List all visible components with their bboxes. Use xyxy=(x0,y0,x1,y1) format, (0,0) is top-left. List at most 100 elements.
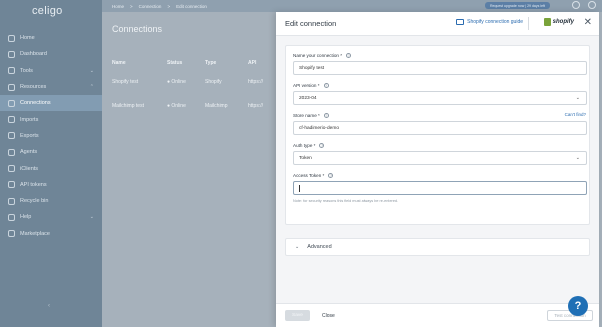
sidebar-item-home[interactable]: Home xyxy=(0,30,102,46)
chevron-down-icon: ⌄ xyxy=(575,95,580,101)
auth-type-value: Token xyxy=(299,155,312,161)
sidebar-item-label: Marketplace xyxy=(20,230,50,237)
shopify-logo: shopify xyxy=(543,18,574,26)
status-badge: ● Online xyxy=(167,103,186,109)
table-cell[interactable]: Shopify test xyxy=(112,79,167,85)
api-version-select[interactable]: 2023-04 ⌄ xyxy=(293,91,587,105)
store-name-label: Store name *? xyxy=(293,112,587,119)
imports-icon xyxy=(8,116,15,124)
edit-connection-drawer: Edit connection Shopify connection guide… xyxy=(276,12,599,327)
shopify-bag-icon xyxy=(543,18,551,26)
auth-type-label-text: Auth type * xyxy=(293,143,316,148)
breadcrumb-connection[interactable]: Connection xyxy=(139,4,162,9)
sidebar-item-help[interactable]: Help ⌄ xyxy=(0,209,102,225)
sidebar-nav: Home Dashboard Tools ⌄ Resources ⌃ Connect… xyxy=(0,30,102,242)
close-button[interactable]: Close xyxy=(322,310,335,321)
store-name-input[interactable]: cf-hadimerio-demo xyxy=(293,121,587,135)
app-logo[interactable]: celigo xyxy=(0,0,102,22)
api-version-label: API version *? xyxy=(293,82,587,89)
access-token-field-group: Access Token *? Note: for security reaso… xyxy=(293,172,587,203)
chevron-down-icon: ⌄ xyxy=(575,155,580,161)
sidebar-collapse-button[interactable]: ‹ xyxy=(48,303,50,309)
close-icon[interactable]: ✕ xyxy=(584,17,592,28)
notifications-icon[interactable] xyxy=(572,1,580,9)
sidebar-item-exports[interactable]: Exports xyxy=(0,128,102,144)
drawer-title: Edit connection xyxy=(285,19,337,28)
connection-guide-label: Shopify connection guide xyxy=(467,19,523,25)
sidebar-item-imports[interactable]: Imports xyxy=(0,111,102,127)
sidebar-item-connections[interactable]: Connections xyxy=(0,95,102,112)
sidebar-item-recycle-bin[interactable]: Recycle bin xyxy=(0,193,102,209)
sidebar-item-marketplace[interactable]: Marketplace xyxy=(0,226,102,242)
sidebar-item-iclients[interactable]: iClients xyxy=(0,160,102,176)
marketplace-icon xyxy=(8,230,15,238)
table-cell: Mailchimp xyxy=(205,103,228,109)
api-version-value: 2023-04 xyxy=(299,95,317,101)
shopify-logo-text: shopify xyxy=(552,19,574,25)
sidebar-item-agents[interactable]: Agents xyxy=(0,144,102,160)
sidebar-item-label: Agents xyxy=(20,149,38,156)
table-cell: Shopify xyxy=(205,79,222,85)
sidebar-item-api-tokens[interactable]: API tokens xyxy=(0,177,102,193)
sidebar-item-label: Exports xyxy=(20,132,39,139)
connection-name-input[interactable]: Shopify test xyxy=(293,61,587,75)
breadcrumb-separator: > xyxy=(130,3,133,9)
breadcrumb-home[interactable]: Home xyxy=(112,4,124,9)
table-cell[interactable]: Mailchimp test xyxy=(112,103,167,109)
cant-find-link[interactable]: Can't find? xyxy=(565,112,586,117)
chevron-up-icon: ⌃ xyxy=(89,83,94,90)
chevron-down-icon: ⌄ xyxy=(89,214,94,221)
access-token-label: Access Token *? xyxy=(293,172,587,179)
sidebar-item-label: Resources xyxy=(20,84,47,91)
sidebar-item-label: Tools xyxy=(20,67,33,74)
top-icons xyxy=(572,1,596,9)
access-token-note: Note: for security reasons this field mu… xyxy=(293,199,399,203)
advanced-section-toggle[interactable]: ⌄ Advanced xyxy=(285,238,590,256)
connections-icon xyxy=(8,99,15,107)
breadcrumb-separator: > xyxy=(167,3,171,9)
advanced-label: Advanced xyxy=(307,244,332,250)
sidebar-item-label: Home xyxy=(20,35,35,42)
connections-table: Name Status Type API Shopify test ● Onli… xyxy=(112,56,282,118)
api-version-label-text: API version * xyxy=(293,83,320,88)
table-row[interactable]: Shopify test ● Online Shopify https:// xyxy=(112,70,282,94)
app-root: celigo Home Dashboard Tools ⌄ Resources ⌃ … xyxy=(0,0,602,327)
sidebar-item-resources[interactable]: Resources ⌃ xyxy=(0,79,102,95)
table-row[interactable]: Mailchimp test ● Online Mailchimp https:… xyxy=(112,94,282,118)
upgrade-button[interactable]: Request upgrade now | 29 days left xyxy=(484,2,550,9)
book-icon xyxy=(456,19,465,25)
sidebar: celigo Home Dashboard Tools ⌄ Resources ⌃ … xyxy=(0,0,102,327)
recycle-bin-icon xyxy=(8,197,15,205)
column-header[interactable]: Name xyxy=(112,60,167,66)
connection-guide-link[interactable]: Shopify connection guide xyxy=(456,19,523,25)
resources-icon xyxy=(8,83,15,91)
name-field-group: Name your connection *? Shopify test xyxy=(293,52,587,75)
help-tooltip-icon[interactable]: ? xyxy=(319,143,325,148)
account-icon[interactable] xyxy=(588,1,596,9)
help-tooltip-icon[interactable]: ? xyxy=(323,113,329,118)
sidebar-item-tools[interactable]: Tools ⌄ xyxy=(0,63,102,79)
sidebar-item-label: Connections xyxy=(20,100,51,107)
exports-icon xyxy=(8,132,15,140)
sidebar-item-label: Recycle bin xyxy=(20,198,49,205)
help-tooltip-icon[interactable]: ? xyxy=(328,173,334,178)
auth-type-label: Auth type *? xyxy=(293,142,587,149)
help-button[interactable]: ? xyxy=(568,296,588,316)
help-tooltip-icon[interactable]: ? xyxy=(323,83,329,88)
column-header[interactable]: API xyxy=(248,60,278,66)
store-name-label-text: Store name * xyxy=(293,113,320,118)
column-header[interactable]: Type xyxy=(205,60,248,66)
help-tooltip-icon[interactable]: ? xyxy=(346,53,352,58)
divider xyxy=(528,17,529,30)
column-header[interactable]: Status xyxy=(167,60,205,66)
tools-icon xyxy=(8,67,15,75)
sidebar-item-label: Imports xyxy=(20,116,39,123)
sidebar-item-dashboard[interactable]: Dashboard xyxy=(0,46,102,62)
save-button[interactable]: Save xyxy=(285,310,310,321)
auth-type-select[interactable]: Token ⌄ xyxy=(293,151,587,165)
iclients-icon xyxy=(8,165,15,173)
access-token-input[interactable] xyxy=(293,181,587,195)
table-header-row: Name Status Type API xyxy=(112,56,282,70)
table-cell: https:// xyxy=(248,79,264,85)
sidebar-item-label: Dashboard xyxy=(20,51,47,58)
